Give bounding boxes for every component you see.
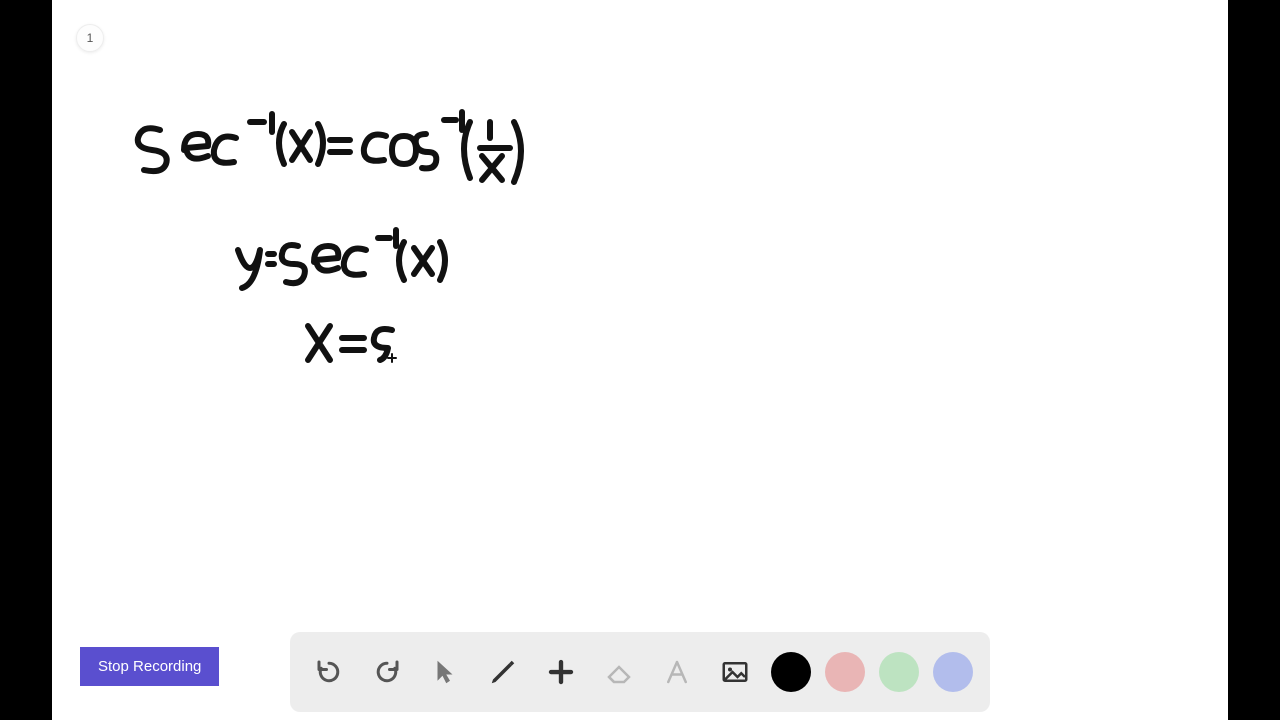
plus-icon <box>546 657 576 687</box>
handwriting-layer <box>52 0 1228 720</box>
toolbar <box>290 632 990 712</box>
text-icon <box>662 657 692 687</box>
color-pink[interactable] <box>825 652 865 692</box>
redo-icon <box>372 657 402 687</box>
color-blue[interactable] <box>933 652 973 692</box>
add-button[interactable] <box>539 650 583 694</box>
pointer-icon <box>430 657 460 687</box>
pen-button[interactable] <box>481 650 525 694</box>
whiteboard-canvas[interactable]: 1 <box>52 0 1228 720</box>
eraser-button[interactable] <box>597 650 641 694</box>
page-number-badge: 1 <box>76 24 104 52</box>
color-black[interactable] <box>771 652 811 692</box>
eraser-icon <box>604 657 634 687</box>
image-icon <box>720 657 750 687</box>
redo-button[interactable] <box>365 650 409 694</box>
page-number: 1 <box>87 31 94 45</box>
stop-recording-button[interactable]: Stop Recording <box>80 647 219 686</box>
stop-recording-label: Stop Recording <box>98 658 201 675</box>
image-button[interactable] <box>713 650 757 694</box>
pointer-button[interactable] <box>423 650 467 694</box>
pen-icon <box>488 657 518 687</box>
color-green[interactable] <box>879 652 919 692</box>
undo-icon <box>314 657 344 687</box>
undo-button[interactable] <box>307 650 351 694</box>
text-button[interactable] <box>655 650 699 694</box>
